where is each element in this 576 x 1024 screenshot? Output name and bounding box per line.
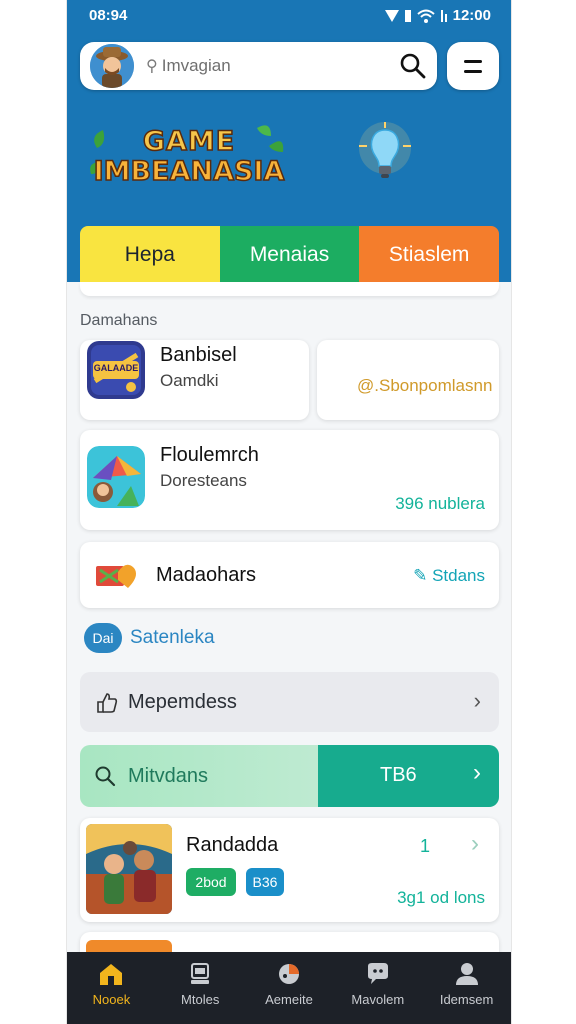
nav-mavolem[interactable]: Mavolem [333, 952, 422, 1024]
floulemarch-app-icon [87, 446, 145, 508]
tab-menaias[interactable]: Menaias [219, 226, 360, 284]
chat-icon [367, 963, 388, 984]
bottom-nav: Nooek Mtoles Aemeite Mavolem Idemsem [67, 952, 511, 1024]
card-banbisel[interactable]: GALAADE Banbisel Oamdki [80, 340, 309, 420]
randadda-title: Randadda [186, 834, 279, 856]
nav-mavolem-label: Mavolem [351, 992, 405, 1007]
status-bar: 08:94 12:00 [67, 0, 511, 32]
user-icon [455, 963, 478, 985]
phone-screen: 08:94 12:00 ⚲ Imvagian GAME IMBEANASIA H… [66, 0, 512, 1024]
tab-stiaslem[interactable]: Stiaslem [359, 226, 499, 284]
avatar[interactable] [90, 44, 134, 88]
search-icon [95, 766, 116, 787]
mepemdess-label: Mepemdess [128, 691, 237, 713]
menu-button[interactable] [447, 42, 499, 90]
floulemarch-title: Floulemrch [160, 444, 259, 466]
card-floulemarch[interactable]: Floulemrch Doresteans 396 nublera [80, 430, 499, 530]
banbisel-title: Banbisel [160, 344, 237, 366]
madaohars-title: Madaohars [156, 564, 257, 586]
status-time: 08:94 [89, 7, 128, 24]
randadda-tags: 2bod B36 [186, 868, 284, 896]
cellular-icon [440, 9, 447, 22]
banbisel-app-icon: GALAADE [87, 341, 145, 399]
pizza-icon [278, 964, 299, 984]
search-input[interactable]: ⚲ Imvagian [146, 56, 231, 76]
trophy-icon [191, 963, 210, 984]
lightbulb-icon [345, 122, 425, 192]
tag-blue: B36 [246, 868, 284, 896]
floulemarch-subtitle: Doresteans [160, 471, 247, 490]
floulemarch-meta: 396 nublera [395, 494, 485, 513]
wifi-icon [416, 9, 435, 23]
search-icon [400, 53, 426, 79]
nav-home[interactable]: Nooek [67, 952, 156, 1024]
randadda-meta: 3g1 od lons [397, 888, 485, 907]
card-randadda[interactable]: Randadda 1 › 2bod B36 3g1 od lons [80, 818, 499, 922]
search-button[interactable] [399, 52, 427, 80]
dai-badge: Dai [84, 623, 122, 653]
logo-line2: IMBEANASIA [93, 155, 285, 188]
badge-row[interactable]: Dai Satenleka [84, 623, 215, 653]
tag-green: 2bod [186, 868, 236, 896]
signal-icon [384, 9, 399, 22]
status-clock: 12:00 [452, 7, 491, 24]
randadda-thumbnail [86, 824, 172, 914]
madaohars-meta: ✎ Stdans [413, 566, 485, 586]
search-placeholder: Imvagian [161, 56, 231, 75]
madaohars-icon [96, 564, 136, 588]
nav-mtoles-label: Mtoles [181, 992, 220, 1007]
tab-hepa[interactable]: Hepa [80, 226, 220, 284]
mitvdans-value-panel[interactable]: TB6 › [318, 745, 499, 807]
pencil-icon: ✎ [413, 566, 433, 585]
nav-aemeite-label: Aemeite [265, 992, 313, 1007]
madaohars-meta-text: Stdans [432, 566, 485, 585]
randadda-count: 1 [420, 836, 431, 856]
avatar-explorer-icon [90, 44, 134, 88]
game-logo: GAME IMBEANASIA [89, 118, 289, 202]
chevron-right-icon[interactable]: › [471, 830, 479, 858]
nav-idemsem[interactable]: Idemsem [422, 952, 511, 1024]
nav-home-label: Nooek [92, 992, 131, 1007]
card-banbisel-side[interactable]: @.Sbonpomlasnn [317, 340, 499, 420]
chevron-right-icon: › [473, 759, 481, 786]
logo-line1: GAME [142, 125, 236, 158]
header: 08:94 12:00 ⚲ Imvagian GAME IMBEANASIA H… [67, 0, 511, 284]
nav-mtoles[interactable]: Mtoles [156, 952, 245, 1024]
search-bar[interactable]: ⚲ Imvagian [80, 42, 437, 90]
mitvdans-value: TB6 [380, 764, 417, 786]
chevron-right-icon: › [473, 688, 481, 713]
home-icon [100, 964, 123, 985]
banbisel-subtitle: Oamdki [160, 371, 219, 390]
thumbs-up-icon [97, 693, 118, 713]
mepemdess-row[interactable]: Mepemdess › [80, 672, 499, 732]
badge-row-label: Satenleka [130, 627, 215, 648]
status-icons: 12:00 [384, 7, 491, 24]
section-title: Damahans [80, 312, 158, 329]
card-madaohars[interactable]: Madaohars ✎ Stdans [80, 542, 499, 608]
category-tabs: Hepa Menaias Stiaslem [80, 226, 499, 284]
nav-aemeite[interactable]: Aemeite [245, 952, 334, 1024]
content-top-edge [80, 282, 499, 296]
nav-idemsem-label: Idemsem [439, 992, 494, 1007]
search-field-icon: ⚲ [146, 58, 158, 75]
mitvdans-row[interactable]: Mitvdans TB6 › [80, 745, 499, 807]
mitvdans-label: Mitvdans [128, 765, 209, 787]
banbisel-icon-text: GALAADE [93, 363, 139, 373]
banbisel-side-text: @.Sbonpomlasnn [357, 376, 493, 395]
battery-icon [404, 9, 411, 22]
